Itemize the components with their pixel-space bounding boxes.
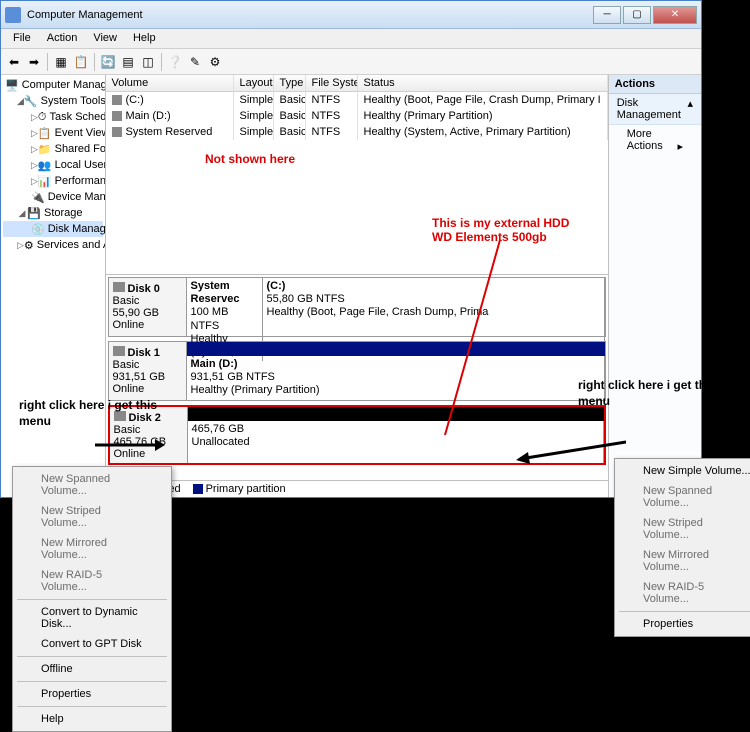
action-diskmgmt[interactable]: Disk Management▴ (609, 94, 701, 125)
ctx-offline[interactable]: Offline (15, 659, 169, 679)
tree-services[interactable]: ▷⚙Services and Applications (3, 237, 103, 253)
main-panel: Volume Layout Type File System Status (C… (106, 75, 609, 497)
black-arrow-left (95, 435, 165, 455)
actions-header: Actions (609, 75, 701, 94)
tree-disk-management[interactable]: 💿Disk Management (3, 221, 103, 237)
annotation-not-shown: Not shown here (205, 152, 295, 166)
col-volume[interactable]: Volume (106, 75, 234, 91)
volume-list: Volume Layout Type File System Status (C… (106, 75, 608, 275)
toolbar-icon-5[interactable]: ⚙ (206, 53, 224, 71)
toolbar-icon-1[interactable]: ▦ (52, 53, 70, 71)
action-more[interactable]: More Actions▸ (609, 125, 701, 155)
toolbar: ⬅ ➡ ▦ 📋 🔄 ▤ ◫ ❔ ✎ ⚙ (1, 49, 701, 75)
toolbar-icon-4[interactable]: ◫ (139, 53, 157, 71)
menu-view[interactable]: View (85, 29, 125, 48)
ctx-new-striped: New Striped Volume... (15, 501, 169, 533)
black-arrow-right (516, 438, 626, 464)
tree-event-viewer[interactable]: ▷📋Event Viewer (3, 125, 103, 141)
back-icon[interactable]: ⬅ (5, 53, 23, 71)
toolbar-icon-3[interactable]: ▤ (119, 53, 137, 71)
context-menu-volume: New Simple Volume... New Spanned Volume.… (614, 458, 750, 637)
properties-icon[interactable]: ✎ (186, 53, 204, 71)
forward-icon[interactable]: ➡ (25, 53, 43, 71)
tree-task-scheduler[interactable]: ▷⏱Task Scheduler (3, 109, 103, 125)
ctx-new-simple[interactable]: New Simple Volume... (617, 461, 750, 481)
tree-local-users[interactable]: ▷👥Local Users and Groups (3, 157, 103, 173)
legend: Unallocated Primary partition (106, 480, 608, 497)
volume-row[interactable]: (C:) SimpleBasic NTFSHealthy (Boot, Page… (106, 92, 608, 108)
close-button[interactable]: ✕ (653, 6, 697, 24)
titlebar[interactable]: Computer Management ─ ▢ ✕ (1, 1, 701, 29)
toolbar-icon-2[interactable]: 📋 (72, 53, 90, 71)
ctx-new-mirrored: New Mirrored Volume... (15, 533, 169, 565)
tree-root[interactable]: 🖥️Computer Management (Local (3, 77, 103, 93)
volume-row[interactable]: Main (D:) SimpleBasic NTFSHealthy (Prima… (106, 108, 608, 124)
ctx-properties[interactable]: Properties (15, 684, 169, 704)
ctx-new-raid5: New RAID-5 Volume... (15, 565, 169, 597)
actions-panel: Actions Disk Management▴ More Actions▸ (609, 75, 701, 497)
volume-row[interactable]: System Reserved SimpleBasic NTFSHealthy … (106, 124, 608, 140)
menu-help[interactable]: Help (125, 29, 164, 48)
red-arrow (440, 240, 520, 440)
ctx-new-spanned: New Spanned Volume... (15, 469, 169, 501)
ctx-new-striped: New Striped Volume... (617, 513, 750, 545)
app-icon (5, 7, 21, 23)
tree-system-tools[interactable]: ◢🔧System Tools (3, 93, 103, 109)
menubar: File Action View Help (1, 29, 701, 49)
annotation-right-click: right click here i get this menu (578, 378, 728, 409)
maximize-button[interactable]: ▢ (623, 6, 651, 24)
col-status[interactable]: Status (358, 75, 608, 91)
help-icon[interactable]: ❔ (166, 53, 184, 71)
col-layout[interactable]: Layout (234, 75, 274, 91)
ctx-convert-dynamic[interactable]: Convert to Dynamic Disk... (15, 602, 169, 634)
tree-performance[interactable]: ▷📊Performance (3, 173, 103, 189)
menu-file[interactable]: File (5, 29, 39, 48)
ctx-new-spanned: New Spanned Volume... (617, 481, 750, 513)
refresh-icon[interactable]: 🔄 (99, 53, 117, 71)
annotation-left-click: right click here i get this menu (19, 398, 169, 429)
tree-panel: 🖥️Computer Management (Local ◢🔧System To… (1, 75, 106, 497)
disk-1[interactable]: Disk 1Basic931,51 GBOnline Main (D:)931,… (108, 341, 606, 401)
ctx-new-raid5: New RAID-5 Volume... (617, 577, 750, 609)
ctx-help[interactable]: Help (15, 709, 169, 729)
volume-header[interactable]: Volume Layout Type File System Status (106, 75, 608, 92)
context-menu-disk: New Spanned Volume... New Striped Volume… (12, 466, 172, 732)
col-filesystem[interactable]: File System (306, 75, 358, 91)
minimize-button[interactable]: ─ (593, 6, 621, 24)
tree-shared-folders[interactable]: ▷📁Shared Folders (3, 141, 103, 157)
ctx-new-mirrored: New Mirrored Volume... (617, 545, 750, 577)
ctx-properties[interactable]: Properties (617, 614, 750, 634)
tree-device-manager[interactable]: 🔌Device Manager (3, 189, 103, 205)
col-type[interactable]: Type (274, 75, 306, 91)
chevron-right-icon: ▸ (677, 140, 683, 153)
chevron-up-icon: ▴ (687, 97, 693, 121)
window-title: Computer Management (27, 9, 591, 21)
ctx-convert-gpt[interactable]: Convert to GPT Disk (15, 634, 169, 654)
menu-action[interactable]: Action (39, 29, 86, 48)
disk-0[interactable]: Disk 0Basic55,90 GBOnline System Reserve… (108, 277, 606, 337)
tree-storage[interactable]: ◢💾Storage (3, 205, 103, 221)
